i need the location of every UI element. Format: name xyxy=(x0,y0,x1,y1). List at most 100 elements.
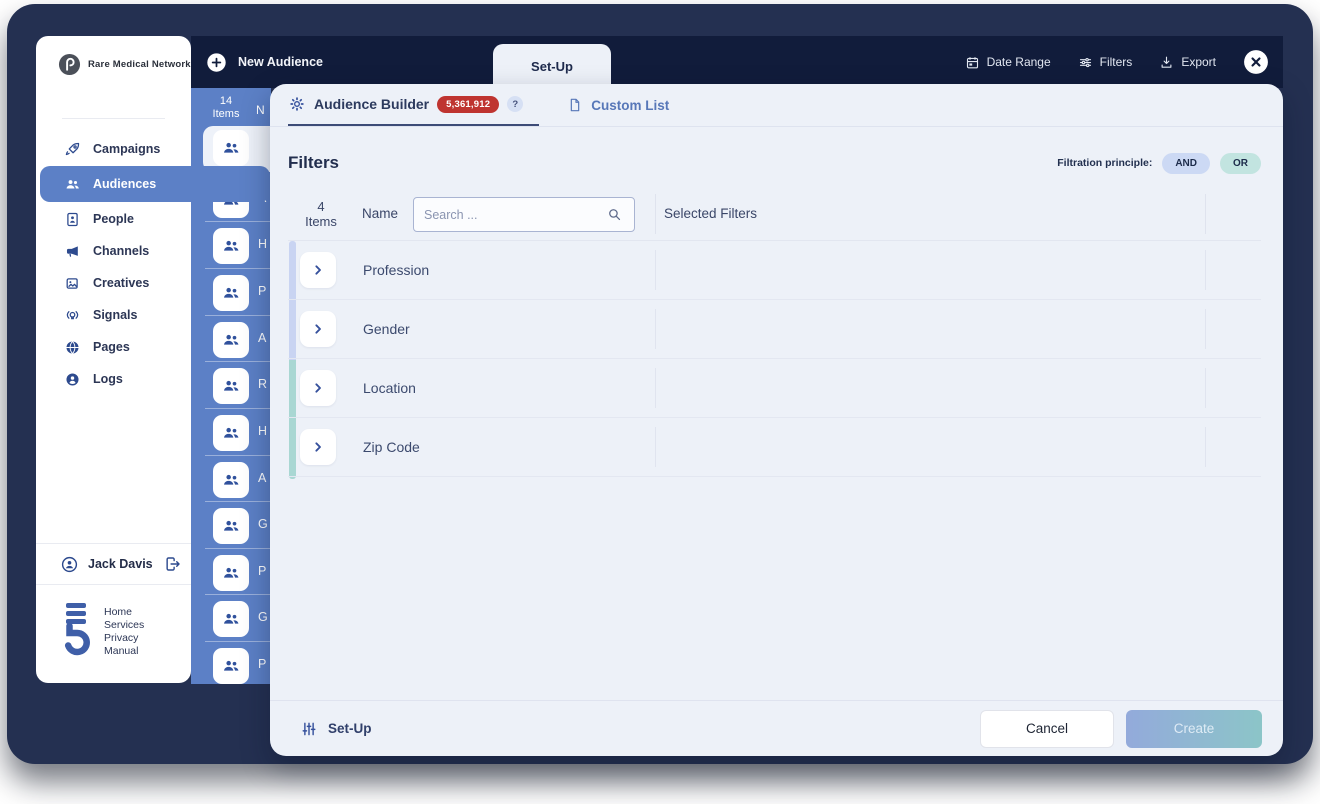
signal-bulb-icon xyxy=(64,307,81,324)
column-divider xyxy=(1205,194,1206,234)
tab-audience-builder[interactable]: Audience Builder 5,361,912 ? xyxy=(288,84,539,126)
plus-icon xyxy=(206,52,227,73)
new-audience-button[interactable]: New Audience xyxy=(206,36,323,88)
expand-button[interactable] xyxy=(300,252,336,288)
audience-count-badge: 5,361,912 xyxy=(437,96,499,113)
audience-icon[interactable] xyxy=(213,228,249,264)
divider xyxy=(62,118,165,119)
audience-name-partial: G xyxy=(258,517,268,531)
audience-name-partial: G xyxy=(258,610,268,624)
sidebar-item-label: Pages xyxy=(93,340,130,354)
audience-builder-panel: Audience Builder 5,361,912 ? Custom List… xyxy=(270,84,1283,756)
sidebar-item-campaigns[interactable]: Campaigns xyxy=(36,134,191,164)
audience-list-item[interactable]: P xyxy=(191,644,271,690)
audience-icon[interactable] xyxy=(213,275,249,311)
sidebar-item-signals[interactable]: Signals xyxy=(36,300,191,330)
tab-custom-list[interactable]: Custom List xyxy=(567,84,669,126)
audience-list-item[interactable]: P xyxy=(191,271,271,317)
audience-list-item[interactable]: G xyxy=(191,597,271,643)
close-icon[interactable] xyxy=(1243,49,1269,75)
audience-icon[interactable] xyxy=(213,462,249,498)
footer-link-manual[interactable]: Manual xyxy=(104,645,144,658)
tab-set-up[interactable]: Set-Up xyxy=(493,44,611,88)
filter-label: Zip Code xyxy=(363,439,420,455)
search-input[interactable] xyxy=(413,197,635,232)
filter-label: Location xyxy=(363,380,416,396)
expand-button[interactable] xyxy=(300,429,336,465)
filtration-principle-label: Filtration principle: xyxy=(1057,157,1152,169)
export-label: Export xyxy=(1181,55,1216,69)
sliders-icon xyxy=(1078,55,1093,70)
footer-link-privacy[interactable]: Privacy xyxy=(104,632,144,645)
brand: Rare Medical Network xyxy=(58,53,191,76)
brand-logo-icon xyxy=(58,53,81,76)
user-name: Jack Davis xyxy=(88,557,155,571)
and-toggle[interactable]: AND xyxy=(1162,153,1210,174)
filter-row-zip-code: Zip Code xyxy=(288,418,1261,477)
sidebar-item-logs[interactable]: Logs xyxy=(36,364,191,394)
row-divider xyxy=(1205,427,1206,467)
chevron-right-icon xyxy=(310,439,326,455)
megaphone-icon xyxy=(64,243,81,260)
row-divider xyxy=(655,368,656,408)
audience-list-item[interactable]: A xyxy=(191,318,271,364)
builder-footer: Set-Up Cancel Create xyxy=(270,700,1283,756)
sidebar-item-channels[interactable]: Channels xyxy=(36,236,191,266)
audience-list-item[interactable]: R xyxy=(191,364,271,410)
filters-label: Filters xyxy=(1100,55,1133,69)
footer-set-up-label: Set-Up xyxy=(328,721,372,736)
filter-count: 4 Items xyxy=(288,199,354,229)
filters-button[interactable]: Filters xyxy=(1078,55,1133,70)
gear-icon xyxy=(288,95,306,113)
top-bar-actions: Date Range Filters Export xyxy=(965,36,1269,88)
create-button[interactable]: Create xyxy=(1126,710,1262,748)
id-card-icon xyxy=(64,211,81,228)
row-divider xyxy=(1205,309,1206,349)
expand-button[interactable] xyxy=(300,370,336,406)
footer-link-home[interactable]: Home xyxy=(104,606,144,619)
audience-list-item[interactable]: H xyxy=(191,411,271,457)
help-icon[interactable]: ? xyxy=(507,96,523,112)
audience-name-partial: P xyxy=(258,564,266,578)
logout-icon[interactable] xyxy=(164,555,182,573)
column-header-name: Name xyxy=(362,206,398,221)
rocket-icon xyxy=(64,141,81,158)
audience-list-item[interactable]: G xyxy=(191,504,271,550)
footer-set-up[interactable]: Set-Up xyxy=(300,720,372,738)
audience-list-item[interactable]: H xyxy=(191,224,271,270)
filter-row-location: Location xyxy=(288,359,1261,418)
download-icon xyxy=(1159,55,1174,70)
five-logo-icon xyxy=(61,602,91,660)
filter-label: Gender xyxy=(363,321,410,337)
footer-link-services[interactable]: Services xyxy=(104,619,144,632)
date-range-button[interactable]: Date Range xyxy=(965,55,1051,70)
app-window-frame: New Audience Set-Up Date Range xyxy=(7,4,1313,764)
audience-name-partial: P xyxy=(258,284,266,298)
filtration-principle: Filtration principle: AND OR xyxy=(1057,153,1261,174)
audience-icon[interactable] xyxy=(213,415,249,451)
expand-button[interactable] xyxy=(300,311,336,347)
filter-label: Profession xyxy=(363,262,429,278)
sidebar-item-audiences[interactable]: Audiences xyxy=(40,166,270,202)
export-button[interactable]: Export xyxy=(1159,55,1216,70)
audience-icon[interactable] xyxy=(213,130,249,166)
audience-icon[interactable] xyxy=(213,322,249,358)
column-header-selected-filters: Selected Filters xyxy=(664,206,757,221)
audience-icon[interactable] xyxy=(213,601,249,637)
row-divider xyxy=(655,250,656,290)
audience-list-item[interactable]: P xyxy=(191,551,271,597)
audience-name-partial: A xyxy=(258,471,266,485)
sidebar-item-people[interactable]: People xyxy=(36,204,191,234)
search-icon[interactable] xyxy=(606,206,623,223)
sidebar-item-creatives[interactable]: Creatives xyxy=(36,268,191,298)
sidebar-item-pages[interactable]: Pages xyxy=(36,332,191,362)
or-toggle[interactable]: OR xyxy=(1220,153,1261,174)
audience-list-item[interactable]: A xyxy=(191,458,271,504)
row-divider xyxy=(1205,368,1206,408)
audience-icon[interactable] xyxy=(213,368,249,404)
new-audience-label: New Audience xyxy=(238,55,323,69)
audience-icon[interactable] xyxy=(213,648,249,684)
audience-icon[interactable] xyxy=(213,508,249,544)
audience-icon[interactable] xyxy=(213,555,249,591)
cancel-button[interactable]: Cancel xyxy=(980,710,1114,748)
